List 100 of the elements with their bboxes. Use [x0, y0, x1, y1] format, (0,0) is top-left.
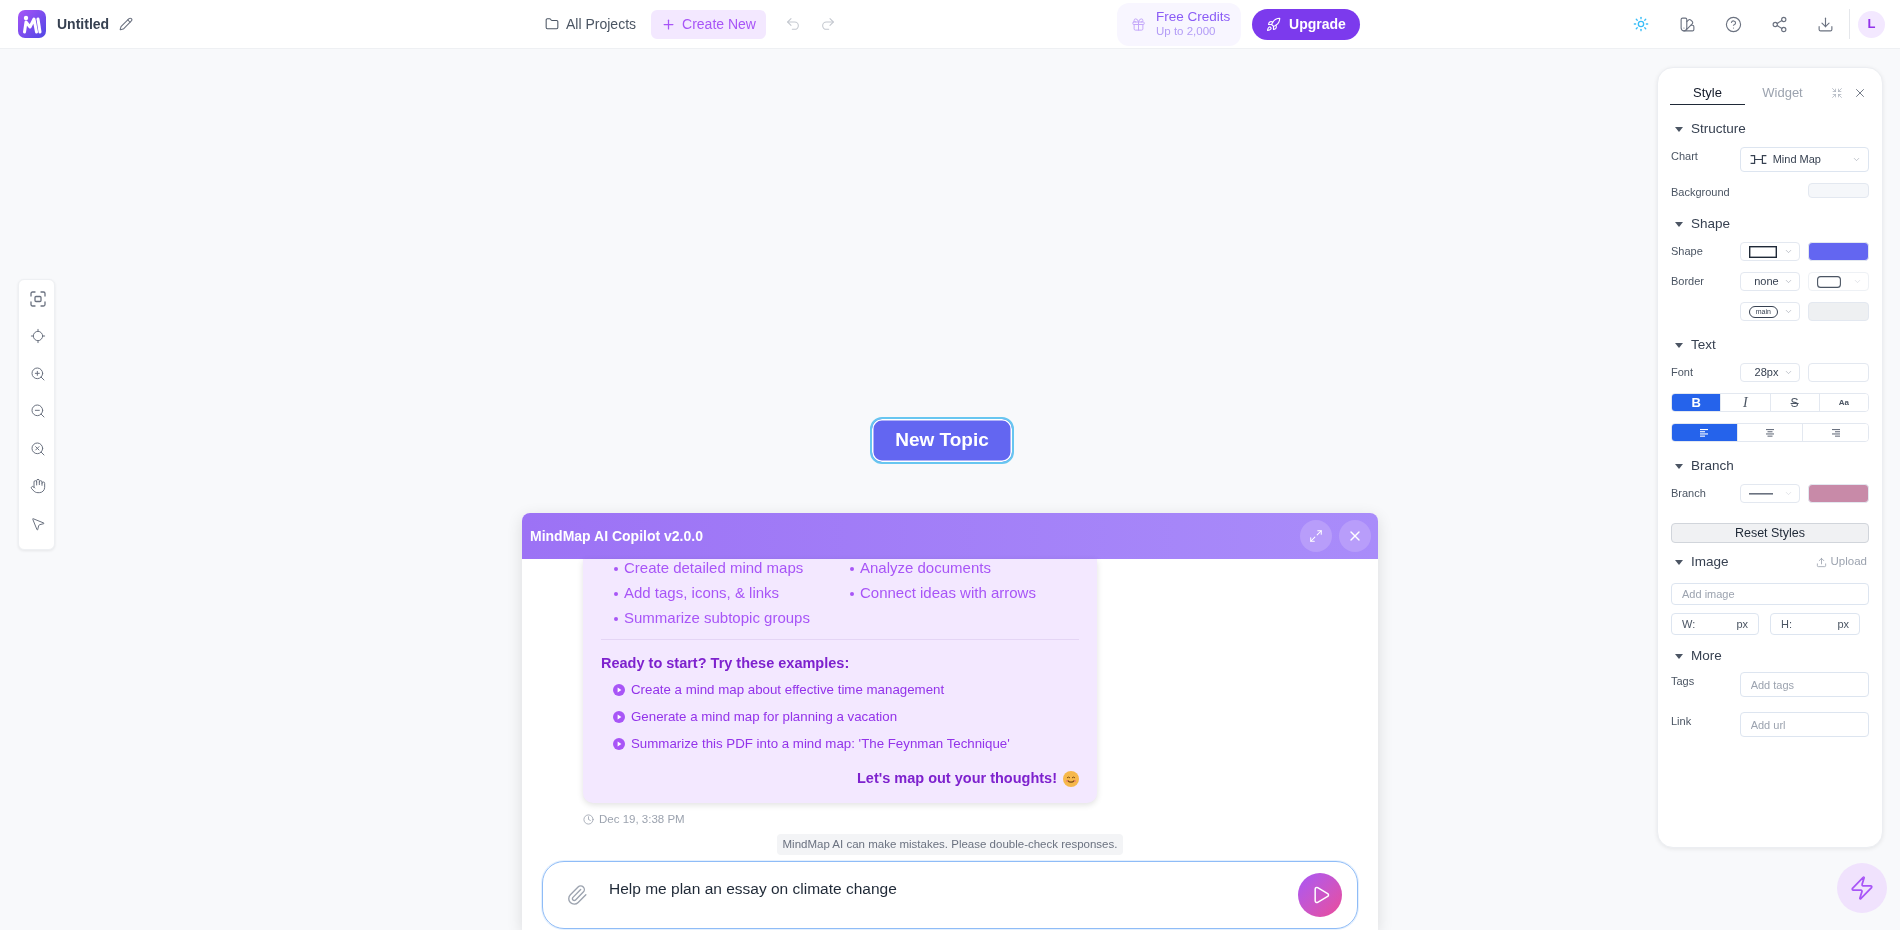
chevron-down-icon	[1784, 247, 1794, 256]
redo-button[interactable]	[819, 16, 836, 32]
align-left-icon	[1700, 428, 1709, 437]
value-select[interactable]: none	[1739, 272, 1801, 291]
fit-screen-icon	[29, 290, 46, 307]
plus-icon	[661, 16, 677, 32]
input-field[interactable]: Add tags	[1739, 672, 1869, 697]
expand-button[interactable]	[1300, 520, 1332, 552]
section-title: Branch	[1691, 456, 1734, 475]
value-select[interactable]: 28px	[1739, 363, 1801, 382]
chevron-down-icon	[1784, 489, 1794, 498]
dimension-field[interactable]: W: px	[1671, 613, 1759, 635]
field-label: Branch	[1671, 486, 1707, 501]
app-logo[interactable]	[18, 10, 46, 38]
example-prompt[interactable]: Summarize this PDF into a mind map: 'The Feynman Technique'	[601, 730, 1079, 758]
caret-down-icon[interactable]	[1675, 126, 1683, 132]
smiling-face-icon	[1063, 770, 1079, 787]
feature-item: Create detailed mind maps	[624, 558, 804, 579]
color-swatch[interactable]	[1808, 242, 1869, 261]
section-title: More	[1691, 646, 1722, 665]
examples-heading: Ready to start? Try these examples:	[601, 654, 851, 673]
input-field[interactable]: Add url	[1739, 712, 1869, 737]
example-prompt[interactable]: Generate a mind map for planning a vacation	[601, 703, 1079, 731]
input-field[interactable]: Add image	[1671, 583, 1869, 605]
line-style-select[interactable]	[1739, 484, 1801, 503]
play-icon	[1311, 885, 1331, 905]
upgrade-button[interactable]: Upgrade	[1252, 8, 1360, 40]
caret-down-icon[interactable]	[1675, 221, 1683, 227]
caret-down-icon[interactable]	[1675, 463, 1683, 469]
zoom-in-icon	[29, 365, 46, 382]
send-button[interactable]	[1298, 873, 1342, 917]
help-icon	[1724, 15, 1742, 33]
paperclip-icon	[566, 884, 588, 906]
play-circle-icon	[613, 711, 625, 724]
user-avatar[interactable]: L	[1858, 10, 1885, 38]
undo-button[interactable]	[784, 16, 801, 32]
reset-styles-button[interactable]: Reset Styles	[1671, 523, 1869, 543]
caret-down-icon[interactable]	[1675, 342, 1683, 348]
rocket-icon	[1266, 16, 1282, 32]
rounded-rectangle-icon	[1817, 275, 1842, 288]
shape-select[interactable]	[1739, 242, 1801, 261]
section-title: Structure	[1691, 119, 1746, 138]
feature-item: Connect ideas with arrows	[860, 583, 1036, 604]
chevron-down-icon	[1784, 277, 1794, 286]
pointer-icon	[29, 515, 46, 532]
caret-down-icon[interactable]	[1675, 559, 1683, 565]
topic-node[interactable]: New Topic	[870, 417, 1014, 464]
message-input[interactable]: Help me plan an essay on climate change	[609, 877, 1298, 901]
free-credits-button[interactable]: Free Credits Up to 2,000	[1117, 2, 1241, 46]
caret-down-icon[interactable]	[1675, 653, 1683, 659]
text-case-toggle[interactable]: Aa	[1818, 394, 1868, 411]
collapse-panel-button[interactable]	[1831, 87, 1843, 99]
disclaimer-note: MindMap AI can make mistakes. Please double-check responses.	[776, 833, 1124, 855]
section-title: Image	[1691, 552, 1729, 571]
border-style-select[interactable]	[1808, 272, 1869, 291]
chart-type-select[interactable]: Mind Map	[1739, 147, 1869, 172]
align-right-toggle[interactable]	[1802, 424, 1868, 441]
mind-map-icon	[1749, 155, 1767, 164]
folder-icon	[545, 17, 559, 31]
all-projects-button[interactable]: All Projects	[545, 13, 637, 35]
align-center-icon	[1766, 428, 1774, 437]
field-label: Background	[1671, 185, 1731, 200]
play-circle-icon	[613, 738, 625, 751]
gift-icon	[1131, 16, 1146, 32]
lightning-icon	[1849, 875, 1875, 901]
sun-icon	[1633, 16, 1649, 32]
close-button[interactable]	[1853, 86, 1867, 100]
crosshair-icon	[29, 328, 46, 345]
upload-icon	[1815, 556, 1827, 568]
bold-toggle[interactable]: B	[1672, 394, 1721, 411]
ai-assistant-button[interactable]	[1837, 863, 1887, 913]
redo-icon	[819, 16, 836, 32]
message-timestamp: Dec 19, 3:38 PM	[599, 811, 685, 827]
undo-icon	[784, 16, 801, 32]
align-left-toggle[interactable]	[1672, 424, 1737, 441]
field-label: Tags	[1671, 674, 1696, 689]
magnifier-x-icon	[29, 440, 46, 457]
dimension-field[interactable]: H: px	[1770, 613, 1860, 635]
attach-button[interactable]	[566, 884, 588, 906]
message-composer[interactable]: Help me plan an essay on climate change	[542, 861, 1358, 929]
color-swatch[interactable]	[1808, 183, 1869, 198]
field-label: Chart	[1671, 149, 1699, 164]
close-button[interactable]	[1339, 520, 1371, 552]
chevron-down-icon	[1852, 155, 1861, 164]
copilot-title: MindMap AI Copilot v2.0.0	[530, 526, 703, 546]
feature-item: Analyze documents	[860, 558, 991, 579]
field-label: Shape	[1671, 244, 1704, 259]
color-swatch[interactable]	[1808, 484, 1869, 503]
closing-message: Let's map out your thoughts!	[857, 768, 1057, 788]
example-prompt[interactable]: Create a mind map about effective time management	[601, 676, 1079, 704]
share-icon	[1770, 15, 1788, 33]
line-icon	[1748, 492, 1773, 495]
rectangle-icon	[1748, 245, 1777, 258]
input-field[interactable]	[1808, 363, 1869, 382]
expand-icon	[1309, 529, 1323, 543]
color-swatch[interactable]	[1808, 302, 1869, 321]
chevron-down-icon	[1784, 307, 1794, 316]
chevron-down-icon	[1784, 368, 1794, 377]
field-label: Border	[1671, 274, 1706, 289]
panel-tab[interactable]: Style	[1670, 81, 1745, 105]
